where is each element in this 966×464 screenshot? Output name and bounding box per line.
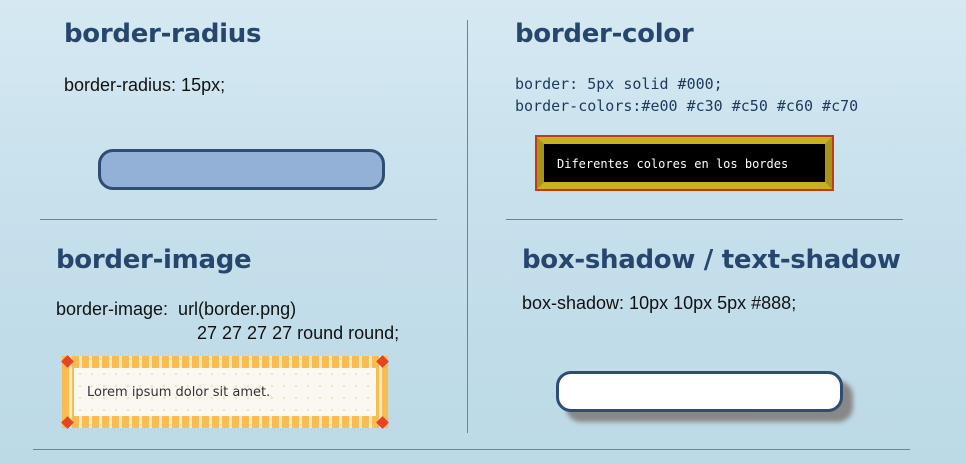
border-radius-code: border-radius: 15px; (64, 75, 226, 95)
border-color-demo-text: Diferentes colores en los bordes (557, 157, 789, 171)
border-image-demo-box: Lorem ipsum dolor sit amet. (61, 355, 389, 429)
corner-diamond-top-right (376, 355, 389, 368)
box-shadow-demo-box (556, 371, 843, 412)
box-shadow-code: box-shadow: 10px 10px 5px #888; (522, 293, 797, 313)
border-color-title: border-color (515, 19, 694, 49)
border-image-title: border-image (56, 245, 252, 275)
border-color-code-line2: border-colors:#e00 #c30 #c50 #c60 #c70 (515, 97, 859, 115)
border-image-code-line1: border-image: url(border.png) (56, 299, 297, 319)
corner-diamond-bottom-left (61, 416, 74, 429)
corner-diamond-top-left (61, 355, 74, 368)
corner-diamond-bottom-right (376, 416, 389, 429)
border-image-code-line2: 27 27 27 27 round round; (197, 323, 400, 343)
divider-left-middle (40, 219, 437, 220)
border-image-demo-text: Lorem ipsum dolor sit amet. (87, 385, 271, 400)
box-shadow-title: box-shadow / text-shadow (522, 245, 901, 275)
border-color-code-line1: border: 5px solid #000; (515, 75, 723, 93)
border-color-demo-box: Diferentes colores en los bordes (535, 135, 834, 191)
divider-right-middle (506, 219, 903, 220)
border-radius-title: border-radius (64, 19, 262, 49)
divider-bottom (33, 449, 910, 450)
vertical-divider (467, 20, 468, 433)
border-radius-demo-box (98, 149, 385, 190)
